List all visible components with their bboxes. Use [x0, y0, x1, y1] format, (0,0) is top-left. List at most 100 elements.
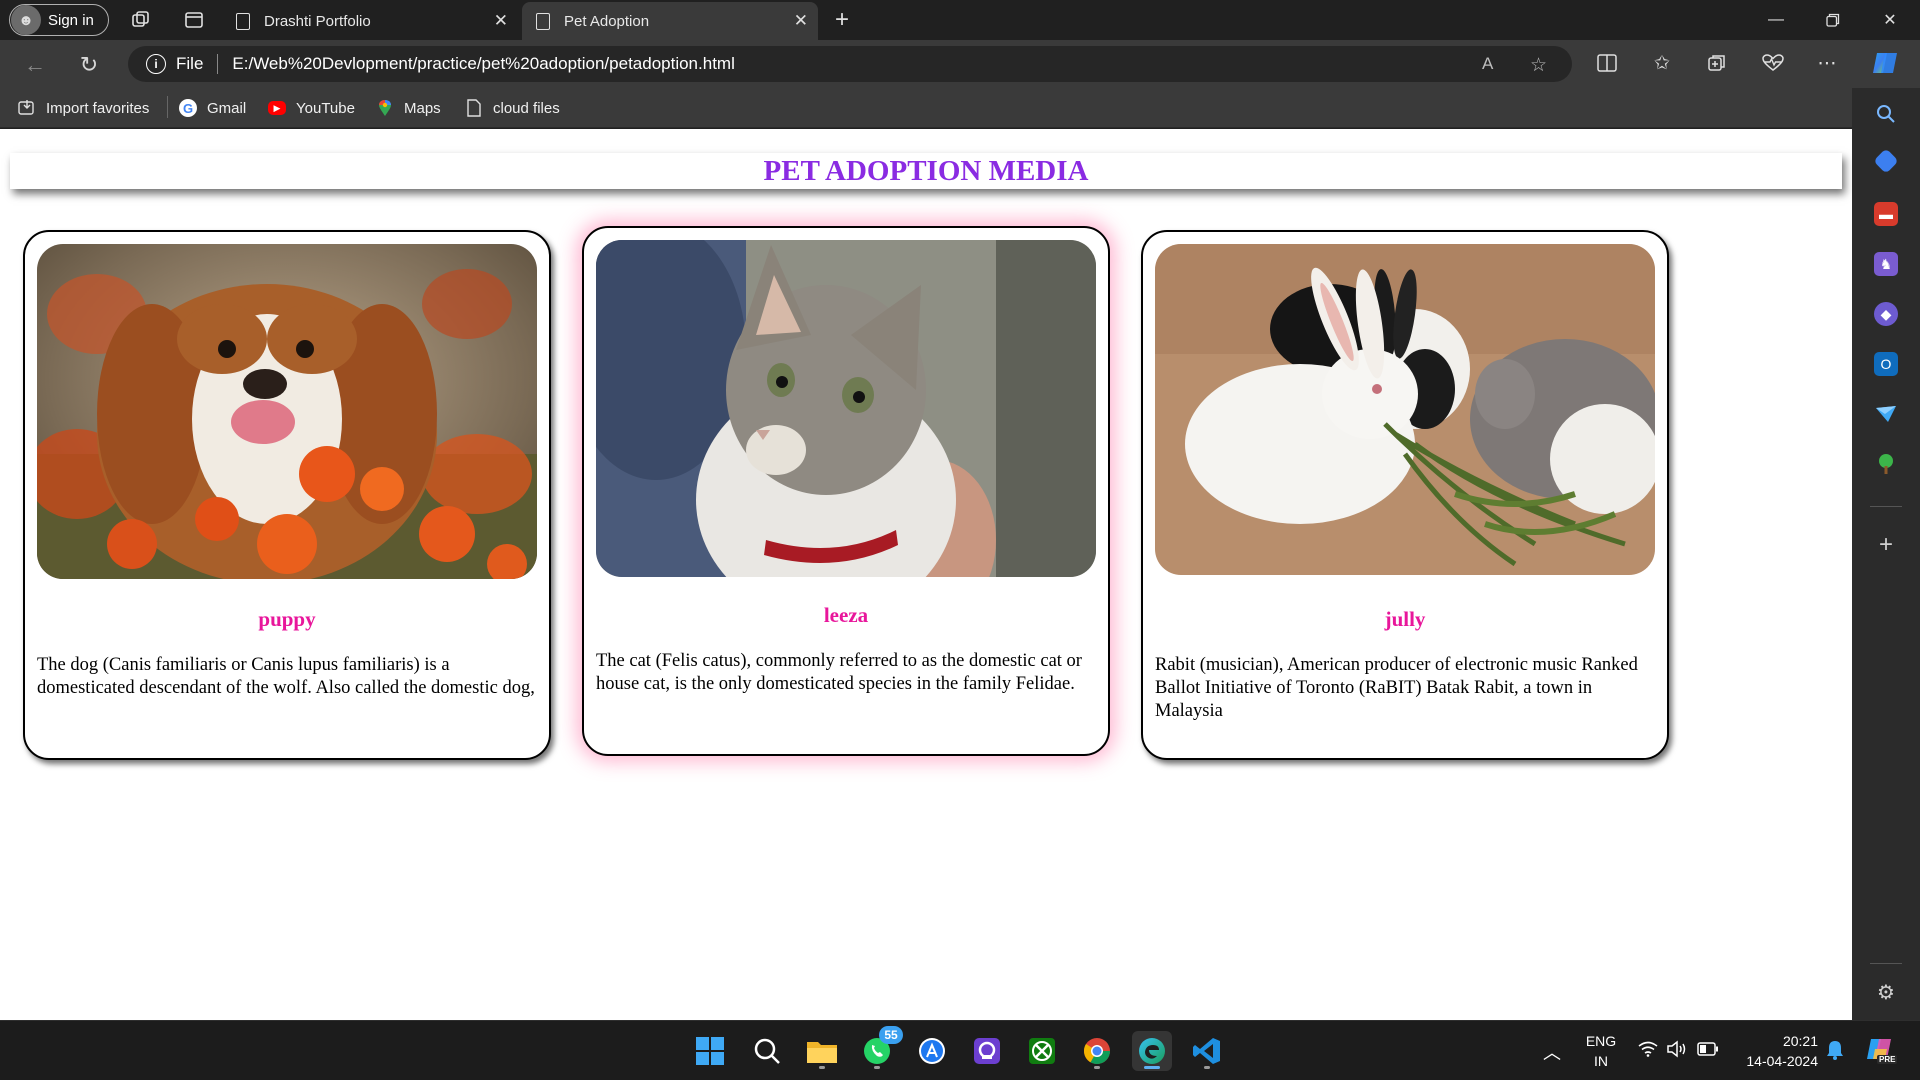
file-explorer-icon[interactable] — [802, 1031, 842, 1071]
url-scheme-label: File — [176, 54, 204, 73]
split-screen-icon[interactable] — [1594, 50, 1620, 76]
wifi-icon[interactable] — [1638, 1041, 1658, 1062]
battery-icon[interactable] — [1697, 1042, 1719, 1061]
browser-title-bar: ☻ Sign in Drashti Portfolio ✕ Pet Adopti… — [0, 0, 1920, 40]
favorite-label: Maps — [404, 99, 441, 117]
vertical-tabs-icon[interactable] — [183, 9, 205, 31]
notification-bell-icon[interactable] — [1826, 1040, 1844, 1065]
region-code: IN — [1594, 1053, 1608, 1069]
purple-app-icon[interactable] — [967, 1031, 1007, 1071]
sidebar-divider — [1870, 506, 1902, 507]
tab-drashti-portfolio[interactable]: Drashti Portfolio ✕ — [222, 2, 518, 40]
pet-card-leeza[interactable]: leeza The cat (Felis catus), commonly re… — [582, 226, 1110, 756]
google-icon: G — [179, 99, 197, 117]
whatsapp-badge: 55 — [879, 1026, 903, 1044]
pet-name: puppy — [258, 607, 316, 631]
info-icon[interactable]: i — [146, 54, 166, 74]
pet-description: Rabit (musician), American producer of e… — [1155, 655, 1638, 721]
shopping-tag-icon[interactable] — [1873, 148, 1899, 174]
edge-icon[interactable] — [1132, 1031, 1172, 1071]
outlook-icon[interactable]: O — [1874, 352, 1898, 376]
language-code: ENG — [1585, 1033, 1617, 1049]
tools-briefcase-icon[interactable]: ▬ — [1874, 202, 1898, 226]
copilot-taskbar-icon[interactable]: PRE — [1865, 1035, 1898, 1067]
file-icon — [465, 99, 483, 117]
language-indicator[interactable]: ENG IN — [1582, 1031, 1620, 1071]
collections-icon[interactable] — [1704, 50, 1730, 76]
copilot-icon[interactable] — [1870, 48, 1900, 78]
more-options-icon[interactable]: ⋯ — [1814, 50, 1840, 76]
favorite-label: cloud files — [493, 99, 560, 117]
url-text[interactable]: E:/Web%20Devlopment/practice/pet%20adopt… — [232, 54, 734, 74]
settings-gear-icon[interactable]: ⚙ — [1874, 980, 1898, 1004]
restore-icon[interactable] — [1813, 6, 1853, 34]
favorite-import-favorites[interactable]: Import favorites — [18, 96, 149, 120]
start-windows-icon[interactable] — [690, 1031, 730, 1071]
sidebar-divider — [1870, 963, 1902, 964]
pet-card-puppy[interactable]: puppy The dog (Canis familiaris or Canis… — [23, 230, 551, 760]
running-indicator — [1144, 1066, 1160, 1069]
refresh-icon[interactable]: ↻ — [76, 52, 102, 78]
send-drop-icon[interactable] — [1874, 402, 1898, 426]
cat-photo — [596, 240, 1096, 577]
workspaces-icon[interactable] — [130, 9, 152, 31]
favorites-list-icon[interactable]: ✩ — [1649, 50, 1675, 76]
tab-title: Drashti Portfolio — [264, 12, 371, 30]
favorite-youtube[interactable]: ▶ YouTube — [268, 96, 355, 120]
page-icon — [236, 12, 250, 30]
favorite-maps[interactable]: Maps — [376, 96, 441, 120]
page-header: PET ADOPTION MEDIA — [10, 153, 1842, 189]
clock-date: 14-04-2024 — [1746, 1053, 1818, 1069]
show-hidden-icons-chevron-icon[interactable]: ︿ — [1543, 1039, 1561, 1065]
pet-name: leeza — [823, 603, 869, 627]
profile-avatar-icon: ☻ — [11, 5, 41, 35]
sign-in-label: Sign in — [48, 11, 94, 29]
add-sidebar-app-plus-icon[interactable]: + — [1874, 531, 1898, 558]
whatsapp-icon[interactable]: 55 — [857, 1026, 903, 1071]
copilot-sidebar-icon[interactable]: ◆ — [1874, 302, 1898, 326]
sign-in-button[interactable]: ☻ Sign in — [9, 4, 109, 36]
edge-sidebar: ▬ ♞ ◆ O + ⚙ — [1852, 88, 1920, 1020]
games-icon[interactable]: ♞ — [1874, 252, 1898, 276]
favorite-star-icon[interactable]: ☆ — [1530, 54, 1547, 77]
pet-description: The dog (Canis familiaris or Canis lupus… — [37, 655, 535, 698]
tab-title: Pet Adoption — [564, 12, 650, 30]
close-tab-icon[interactable]: ✕ — [794, 11, 808, 31]
close-window-icon[interactable]: ✕ — [1870, 6, 1910, 34]
favorite-cloud-files[interactable]: cloud files — [465, 96, 560, 120]
pet-card-jully[interactable]: jully Rabit (musician), American produce… — [1141, 230, 1669, 760]
running-indicator — [874, 1066, 880, 1069]
back-arrow-icon[interactable]: ← — [22, 52, 48, 78]
windows-taskbar: 55 ︿ ENG IN 20:21 14-04-2024 PRE — [0, 1020, 1920, 1080]
new-tab-plus-icon[interactable]: + — [831, 6, 853, 33]
search-icon[interactable] — [1874, 102, 1898, 126]
clock-time: 20:21 — [1782, 1033, 1818, 1049]
vscode-icon[interactable] — [1187, 1031, 1227, 1071]
tree-icon[interactable] — [1874, 452, 1898, 476]
taskbar-search-icon[interactable] — [747, 1031, 787, 1071]
minimize-icon[interactable]: — — [1756, 6, 1796, 34]
volume-icon[interactable] — [1666, 1040, 1688, 1063]
xbox-icon[interactable] — [1022, 1031, 1062, 1071]
close-tab-icon[interactable]: ✕ — [494, 11, 508, 31]
favorite-gmail[interactable]: G Gmail — [179, 96, 246, 120]
page-viewport: PET ADOPTION MEDIA puppy The dog (Canis … — [0, 129, 1852, 1020]
running-indicator — [819, 1066, 825, 1069]
maps-icon — [376, 99, 394, 117]
page-title: PET ADOPTION MEDIA — [763, 154, 1089, 187]
import-icon — [18, 99, 36, 117]
favorites-divider — [167, 96, 168, 118]
app-store-icon[interactable] — [912, 1031, 952, 1071]
chrome-icon[interactable] — [1077, 1031, 1117, 1071]
rabbit-photo — [1155, 244, 1655, 575]
tab-pet-adoption[interactable]: Pet Adoption ✕ — [522, 2, 818, 40]
favorite-label: Import favorites — [46, 99, 150, 117]
address-bar[interactable]: i File E:/Web%20Devlopment/practice/pet%… — [128, 46, 1572, 82]
page-icon — [536, 12, 550, 30]
youtube-icon: ▶ — [268, 101, 286, 115]
browser-essentials-icon[interactable] — [1760, 50, 1786, 76]
read-aloud-icon[interactable]: A — [1482, 54, 1493, 74]
clock[interactable]: 20:21 14-04-2024 — [1734, 1031, 1818, 1071]
running-indicator — [1204, 1066, 1210, 1069]
running-indicator — [1094, 1066, 1100, 1069]
